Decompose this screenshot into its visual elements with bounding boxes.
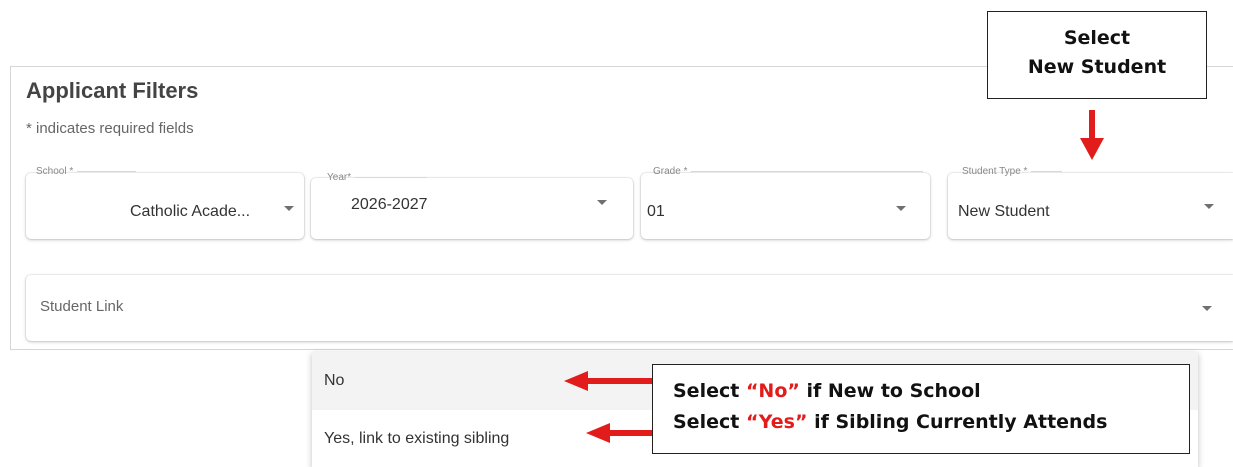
red-arrow-left-icon — [586, 423, 652, 443]
annotation-arrows — [564, 110, 1104, 443]
red-arrow-left-icon — [564, 371, 652, 391]
red-arrow-down-icon — [1080, 110, 1104, 160]
